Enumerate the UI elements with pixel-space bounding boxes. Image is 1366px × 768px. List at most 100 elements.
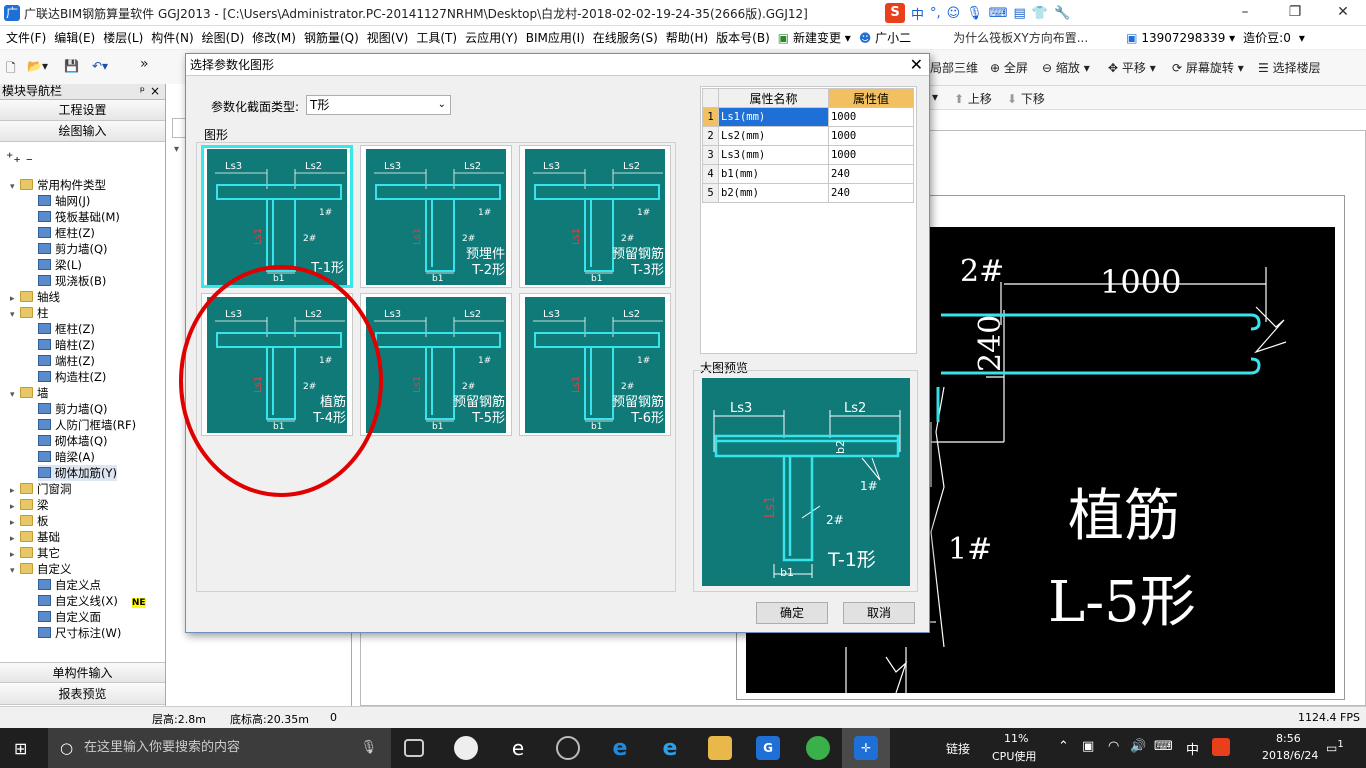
tray-expand-icon[interactable]: ⌃ xyxy=(1058,739,1069,754)
collapse-icon[interactable]: ▾ xyxy=(10,563,20,579)
move-down-button[interactable]: ⬇ 下移 xyxy=(1007,90,1045,107)
menu-bim[interactable]: BIM应用(I) xyxy=(522,29,589,46)
property-value[interactable]: 240 xyxy=(827,183,915,203)
toolbar2-dropdown-icon[interactable]: ▾ xyxy=(932,90,938,104)
drawing-input-button[interactable]: 绘图输入 xyxy=(0,121,165,142)
active-app-highlight[interactable]: ✛ xyxy=(842,728,890,768)
ie-icon-2[interactable]: e xyxy=(658,736,682,761)
tree-item[interactable]: 剪力墙(Q) xyxy=(38,401,108,417)
tree-item[interactable]: 现浇板(B) xyxy=(38,273,106,289)
microphone-icon[interactable]: 🎙 xyxy=(360,728,377,768)
property-value[interactable]: 1000 xyxy=(827,145,915,165)
cancel-button[interactable]: 取消 xyxy=(843,602,915,624)
glodon-g-icon[interactable]: G xyxy=(756,736,780,760)
tree-item[interactable]: 自定义点 xyxy=(38,577,101,593)
menu-more[interactable]: ▾ xyxy=(1295,31,1309,45)
wrench-icon[interactable]: 🔧 xyxy=(1054,6,1070,21)
single-component-input-button[interactable]: 单构件输入 xyxy=(0,662,165,683)
menu-version[interactable]: 版本号(B) xyxy=(712,29,774,46)
tree-item[interactable]: 自定义面 xyxy=(38,609,101,625)
shape-thumb-1[interactable]: Ls3 Ls2 Ls1 b1 2# 1# T-1形 xyxy=(201,145,353,288)
green-app-icon[interactable] xyxy=(806,736,830,760)
menu-component[interactable]: 构件(N) xyxy=(147,29,197,46)
menu-floor[interactable]: 楼层(L) xyxy=(99,29,147,46)
tree-item[interactable]: 梁(L) xyxy=(38,257,82,273)
menu-file[interactable]: 文件(F) xyxy=(2,29,50,46)
menu-online[interactable]: 在线服务(S) xyxy=(589,29,662,46)
shape-thumb-2[interactable]: Ls3 Ls2 Ls1 b1 2# 1# 预埋件 T-2形 xyxy=(360,145,512,288)
tree-item[interactable]: 自定义线(X) NE xyxy=(38,593,146,609)
collapse-icon[interactable]: ▾ xyxy=(10,179,20,195)
ok-button[interactable]: 确定 xyxy=(756,602,828,624)
shape-thumb-4[interactable]: Ls3 Ls2 Ls1 b1 2# 1# 植筋 T-4形 xyxy=(201,293,353,436)
toolbar-overflow-icon[interactable]: » xyxy=(140,56,149,72)
tree-item[interactable]: 暗梁(A) xyxy=(38,449,95,465)
dialog-close-icon[interactable]: ✕ xyxy=(910,54,923,76)
close-window-button[interactable]: ✕ xyxy=(1320,0,1366,26)
tree-item[interactable]: 暗柱(Z) xyxy=(38,337,95,353)
menu-new-change[interactable]: ▣ 新建变更 ▾ xyxy=(774,29,855,46)
menu-help[interactable]: 帮助(H) xyxy=(662,29,712,46)
save-icon[interactable]: 💾 xyxy=(64,59,79,73)
list-toggle-icon[interactable]: ▾ xyxy=(174,144,179,155)
sogou-tray-icon[interactable] xyxy=(1212,738,1230,756)
ime-toolbar[interactable]: S 中 °, ☺ 🎙 ⌨ ▤ 👕 🔧 xyxy=(885,2,1070,24)
property-row[interactable]: 1 Ls1(mm) 1000 xyxy=(702,107,915,127)
property-value[interactable]: 1000 xyxy=(827,107,915,127)
ime-punct[interactable]: °, xyxy=(930,6,941,21)
volume-icon[interactable]: 🔊 xyxy=(1130,739,1146,754)
tree-item[interactable]: 人防门框墙(RF) xyxy=(38,417,136,433)
wifi-icon[interactable]: ◠ xyxy=(1108,739,1119,754)
windows-start-icon[interactable]: ⊞ xyxy=(14,739,27,758)
property-row[interactable]: 3 Ls3(mm) 1000 xyxy=(702,145,915,165)
rotate-button[interactable]: ⟳ 屏幕旋转 ▾ xyxy=(1172,59,1244,76)
notification-icon[interactable]: ▭1 xyxy=(1326,739,1344,755)
project-settings-button[interactable]: 工程设置 xyxy=(0,100,165,121)
fullscreen-button[interactable]: ⊕ 全屏 xyxy=(990,59,1028,76)
tree-folder[interactable]: ▾ 自定义 xyxy=(10,561,72,577)
tree-folder[interactable]: ▸ 梁 xyxy=(10,497,49,513)
menu-edit[interactable]: 编辑(E) xyxy=(50,29,99,46)
menu-question-link[interactable]: 为什么筏板XY方向布置... xyxy=(949,29,1092,46)
ime-lang[interactable]: 中 xyxy=(911,4,924,23)
menu-view[interactable]: 视图(V) xyxy=(363,29,413,46)
tree-item[interactable]: 筏板基础(M) xyxy=(38,209,120,225)
tree-folder[interactable]: ▸ 基础 xyxy=(10,529,60,545)
property-row[interactable]: 5 b2(mm) 240 xyxy=(702,183,915,203)
tree-folder[interactable]: ▸ 门窗洞 xyxy=(10,481,72,497)
tree-item[interactable]: 剪力墙(Q) xyxy=(38,241,108,257)
collapse-icon[interactable]: ▾ xyxy=(10,307,20,323)
menu-assistant[interactable]: ☻ 广小二 xyxy=(855,29,915,46)
partial-3d-button[interactable]: 局部三维 xyxy=(930,59,978,76)
fan-app-icon[interactable] xyxy=(454,736,478,760)
shirt-icon[interactable]: 👕 xyxy=(1032,6,1048,21)
keyboard-icon[interactable]: ⌨ xyxy=(989,6,1008,21)
tree-folder[interactable]: ▾ 柱 xyxy=(10,305,49,321)
property-row[interactable]: 2 Ls2(mm) 1000 xyxy=(702,126,915,146)
swirl-app-icon[interactable] xyxy=(556,736,580,760)
restore-button[interactable]: ❐ xyxy=(1272,0,1318,26)
property-row[interactable]: 4 b1(mm) 240 xyxy=(702,164,915,184)
minimize-button[interactable]: – xyxy=(1222,0,1268,26)
new-file-icon[interactable]: 🗋 xyxy=(6,59,16,80)
tree-item[interactable]: 构造柱(Z) xyxy=(38,369,106,385)
mic-icon[interactable]: 🎙 xyxy=(966,6,983,21)
shape-thumb-5[interactable]: Ls3 Ls2 Ls1 b1 2# 1# 预留钢筋 T-5形 xyxy=(360,293,512,436)
sogou-icon[interactable]: S xyxy=(885,3,905,23)
edge-legacy-icon[interactable]: e xyxy=(506,736,530,760)
pan-button[interactable]: ✥ 平移 ▾ xyxy=(1108,59,1156,76)
tree-folder[interactable]: ▾ 墙 xyxy=(10,385,49,401)
property-value[interactable]: 1000 xyxy=(827,126,915,146)
property-value[interactable]: 240 xyxy=(827,164,915,184)
clock-date[interactable]: 2018/6/24 xyxy=(1262,749,1318,762)
tree-folder[interactable]: ▾ 常用构件类型 xyxy=(10,177,106,193)
pin-icon[interactable]: ᵖ xyxy=(140,84,145,99)
section-type-select[interactable]: T形 ⌄ xyxy=(306,95,451,115)
tree-item[interactable]: 砌体加筋(Y) xyxy=(38,465,117,481)
tray-link-label[interactable]: 链接 xyxy=(946,740,970,757)
menu-tools[interactable]: 工具(T) xyxy=(412,29,461,46)
ie-icon[interactable]: e xyxy=(608,736,632,761)
tree-item[interactable]: 尺寸标注(W) xyxy=(38,625,121,641)
tree-item[interactable]: 砌体墙(Q) xyxy=(38,433,108,449)
menu-credits[interactable]: 造价豆:0 xyxy=(1239,29,1295,46)
